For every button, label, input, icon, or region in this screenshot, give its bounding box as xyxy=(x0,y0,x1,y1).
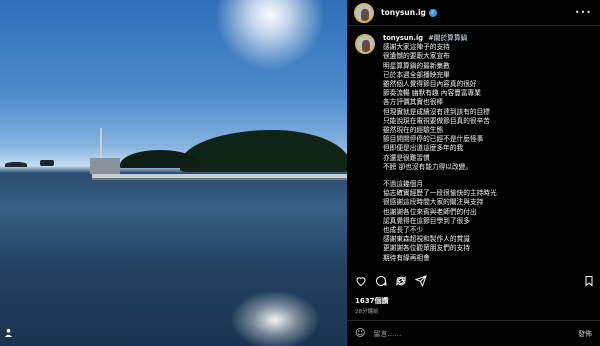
pier-hut xyxy=(90,158,120,174)
heart-icon[interactable] xyxy=(355,275,367,287)
avatar[interactable] xyxy=(354,2,374,23)
caption-line: 更謝謝各位觀眾朋友們的支持 xyxy=(383,244,470,253)
flag-pole xyxy=(100,128,102,160)
caption-line: 亦還是很難習慣 xyxy=(383,153,430,162)
caption-line: 明星算算鍋的最新集數 xyxy=(383,61,450,70)
caption-line: 已於本週全部播映完畢 xyxy=(383,70,450,79)
emoji-icon[interactable]: ☺ xyxy=(355,328,365,339)
tagged-user-icon[interactable] xyxy=(4,328,13,340)
caption-line: 不過這幾個月 xyxy=(383,180,424,189)
pier xyxy=(92,174,347,180)
caption-line: 期待有緣再相會 xyxy=(383,253,430,262)
repost-icon[interactable] xyxy=(395,275,407,287)
caption-line: 雖然個人覺得節目內容真的很好 xyxy=(383,80,477,89)
boat xyxy=(40,160,54,166)
caption-avatar[interactable] xyxy=(355,34,375,54)
caption-line: 也謝謝各位來賓與老師們的付出 xyxy=(383,207,477,216)
comment-bar: ☺ 發佈 xyxy=(347,320,600,346)
caption-line: 但即便是出道這麼多年的我 xyxy=(383,144,464,153)
verified-badge-icon: ✓ xyxy=(428,8,437,17)
post-comment-button[interactable]: 發佈 xyxy=(578,329,592,339)
post-timestamp: 28分鐘前 xyxy=(355,309,379,315)
header-username[interactable]: tonysun.ig xyxy=(381,8,426,17)
sun-glare xyxy=(215,0,325,70)
caption-line: 各方評價其實也很棒 xyxy=(383,98,444,107)
action-bar xyxy=(355,275,595,289)
caption-line: 只能說現在電視要做節目真的很辛苦 xyxy=(383,116,490,125)
caption-hashtag[interactable]: #關於算算鍋 xyxy=(428,34,467,42)
caption-lines-part2: 不過這幾個月 協志確實經歷了一段很愉快的主持時光 很感謝這段時間大家的關注與支持 也謝… xyxy=(383,180,595,263)
caption-body: tonysun.ig #關於算算鍋 感謝大家這陣子的支持 很遺憾的要跟大家宣布 明星… xyxy=(383,34,595,263)
comment-input[interactable] xyxy=(373,329,578,338)
caption-line: 但現實就是成績沒有達到該有的目標 xyxy=(383,107,490,116)
caption: tonysun.ig #關於算算鍋 感謝大家這陣子的支持 很遺憾的要跟大家宣布 明星… xyxy=(355,34,595,263)
comment-icon[interactable] xyxy=(375,275,387,287)
caption-line: 很感謝這段時間大家的關注與支持 xyxy=(383,198,484,207)
caption-line: 認真覺得在這節目學到了很多 xyxy=(383,216,470,225)
post-photo[interactable] xyxy=(0,0,347,346)
islet xyxy=(5,162,27,167)
bookmark-icon[interactable] xyxy=(583,275,595,287)
post-header: tonysun.ig ✓ ••• xyxy=(347,0,600,26)
like-count[interactable]: 1637個讚 xyxy=(355,296,388,306)
caption-username[interactable]: tonysun.ig xyxy=(383,34,423,42)
island xyxy=(180,130,347,172)
caption-lines-part1: 感謝大家這陣子的支持 很遺憾的要跟大家宣布 明星算算鍋的最新集數 已於本週全部播映完畢… xyxy=(383,43,595,172)
caption-line: 很遺憾的要跟大家宣布 xyxy=(383,52,450,61)
caption-line: 雖然現在的經驗生態 xyxy=(383,126,444,135)
post-details-panel: tonysun.ig ✓ ••• tonysun.ig #關於算算鍋 感謝大家這… xyxy=(347,0,600,346)
water-shimmer xyxy=(230,290,320,346)
more-options-icon[interactable]: ••• xyxy=(575,8,592,17)
caption-line: 不膀 卻也沒有能力得以改變。 xyxy=(383,162,473,171)
share-icon[interactable] xyxy=(414,275,427,288)
caption-line: 也成長了不少 xyxy=(383,226,424,235)
